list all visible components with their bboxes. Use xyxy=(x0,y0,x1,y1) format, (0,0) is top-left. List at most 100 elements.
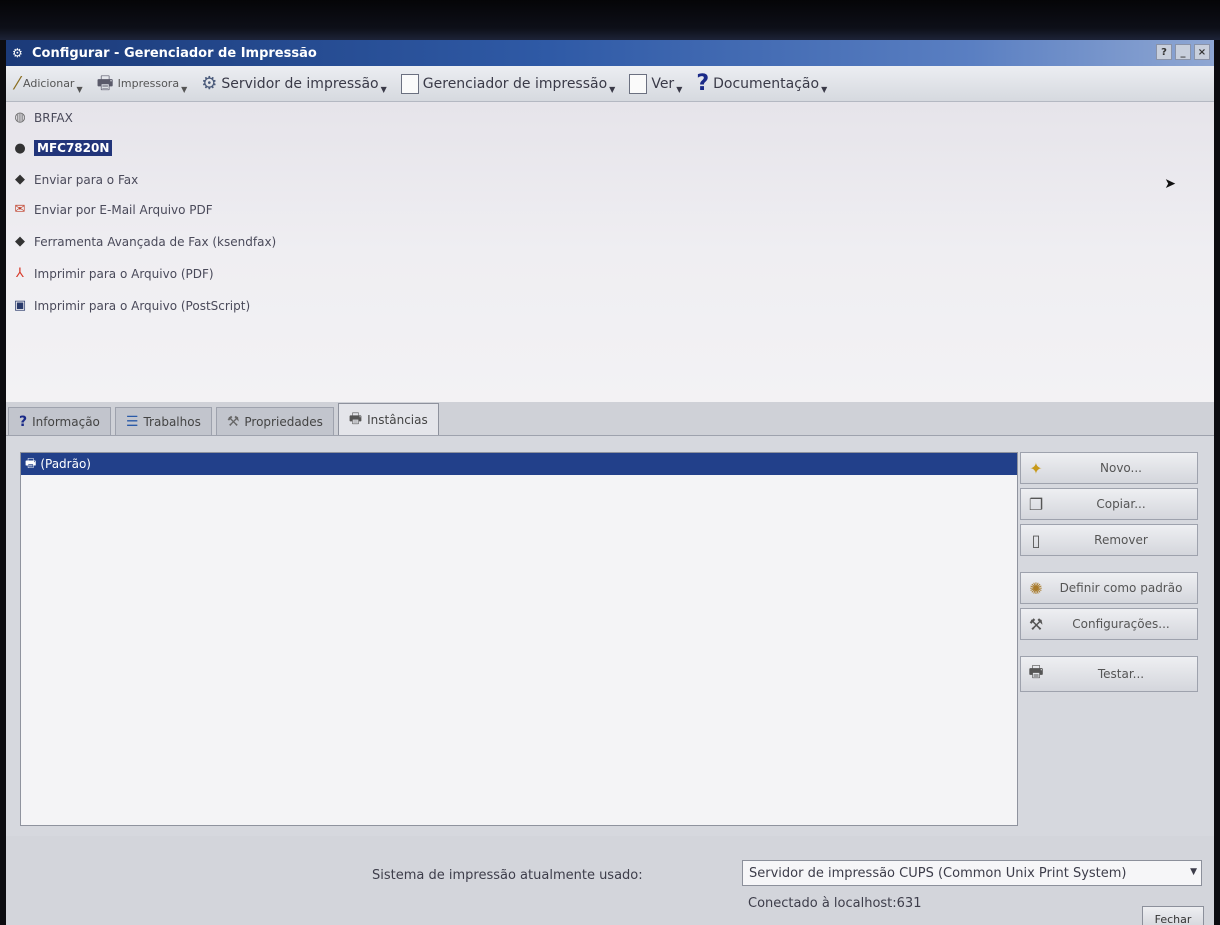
printer-label: Ferramenta Avançada de Fax (ksendfax) xyxy=(34,234,277,249)
toolbar-docs-label: Documentação xyxy=(713,75,820,92)
tab-label: Instâncias xyxy=(367,412,428,427)
instances-panel: 🖶 (Padrão) ✦ Novo... ❐ Copiar... ▯ Remov… xyxy=(6,436,1214,836)
toolbar-printer-label: Impressora xyxy=(117,77,180,90)
footer: Sistema de impressão atualmente usado: S… xyxy=(6,836,1214,925)
jobs-icon: ☰ xyxy=(125,413,139,430)
connection-status: Conectado à localhost:631 xyxy=(748,896,922,911)
toolbar-view-button[interactable]: Ver ▼ xyxy=(625,72,686,96)
printer-item-pdf[interactable]: ⅄ Imprimir para o Arquivo (PDF) xyxy=(12,266,214,281)
close-button[interactable]: Fechar xyxy=(1142,906,1204,925)
wand-icon: ⁄ xyxy=(16,72,20,94)
mouse-cursor-icon: ➤ xyxy=(1164,176,1176,192)
window-title: Configurar - Gerenciador de Impressão xyxy=(32,45,317,61)
tab-instancias[interactable]: 🖶 Instâncias xyxy=(337,403,439,435)
chevron-down-icon: ▼ xyxy=(1190,867,1197,877)
printer-label: Imprimir para o Arquivo (PostScript) xyxy=(34,298,251,313)
tab-label: Trabalhos xyxy=(143,414,201,429)
copy-button[interactable]: ❐ Copiar... xyxy=(1020,488,1198,520)
test-button-label: Testar... xyxy=(1097,667,1145,681)
toolbar-docs-button[interactable]: ? Documentação ▼ xyxy=(692,70,831,96)
printer-item-email-pdf[interactable]: ✉ Enviar por E-Mail Arquivo PDF xyxy=(12,202,213,217)
app-icon: ⚙ xyxy=(12,46,23,60)
toolbar-server-label: Servidor de impressão xyxy=(221,75,379,92)
new-button-label: Novo... xyxy=(1100,461,1142,475)
close-window-icon[interactable]: × xyxy=(1194,44,1210,60)
toolbar-add-label: Adicionar xyxy=(23,77,75,90)
instances-list[interactable]: 🖶 (Padrão) xyxy=(20,452,1018,826)
print-system-value: Servidor de impressão CUPS (Common Unix … xyxy=(749,865,1127,881)
remove-button-label: Remover xyxy=(1094,533,1148,547)
tab-label: Informação xyxy=(32,414,100,429)
settings-button[interactable]: ⚒ Configurações... xyxy=(1020,608,1198,640)
default-icon: ✺ xyxy=(1029,578,1043,598)
toolbar-add-button[interactable]: ⁄ Adicionar ▼ xyxy=(12,73,87,95)
title-bar: ⚙ Configurar - Gerenciador de Impressão … xyxy=(6,40,1214,66)
printer-label: Enviar por E-Mail Arquivo PDF xyxy=(34,202,213,217)
tab-label: Propriedades xyxy=(244,414,323,429)
monitor-bezel xyxy=(0,0,1220,40)
chevron-down-icon: ▼ xyxy=(609,85,616,94)
printer-item-brfax[interactable]: ◍ BRFAX xyxy=(12,110,73,125)
help-icon: ? xyxy=(19,413,28,430)
tab-trabalhos[interactable]: ☰ Trabalhos xyxy=(114,407,212,435)
toolbar-manager-label: Gerenciador de impressão xyxy=(422,75,608,92)
printer-list[interactable]: ◍ BRFAX ● MFC7820N ◆ Enviar para o Fax ✉… xyxy=(6,102,1214,402)
printer-item-ksendfax[interactable]: ◆ Ferramenta Avançada de Fax (ksendfax) xyxy=(12,234,276,249)
instance-row[interactable]: 🖶 (Padrão) xyxy=(21,453,1017,475)
chevron-down-icon: ▼ xyxy=(181,85,188,94)
chevron-down-icon: ▼ xyxy=(380,85,387,94)
pdf-icon: ⅄ xyxy=(16,266,24,281)
instance-label: (Padrão) xyxy=(40,457,91,471)
chevron-down-icon: ▼ xyxy=(76,85,83,94)
test-button[interactable]: 🖶 Testar... xyxy=(1020,656,1198,692)
view-icon xyxy=(629,73,648,94)
printer-icon: ● xyxy=(14,140,26,156)
new-icon: ✦ xyxy=(1029,458,1043,478)
copy-button-label: Copiar... xyxy=(1096,497,1146,511)
printer-item-mfc7820n[interactable]: ● MFC7820N xyxy=(12,140,113,156)
printer-label: MFC7820N xyxy=(34,140,113,156)
printer-label: Enviar para o Fax xyxy=(34,172,139,187)
printer-icon: ◍ xyxy=(14,110,26,125)
minimize-icon[interactable]: _ xyxy=(1175,44,1191,60)
toolbar-server-button[interactable]: ⚙ Servidor de impressão ▼ xyxy=(197,73,391,95)
printer-item-postscript[interactable]: ▣ Imprimir para o Arquivo (PostScript) xyxy=(12,298,250,313)
printer-label: BRFAX xyxy=(34,110,73,125)
new-button[interactable]: ✦ Novo... xyxy=(1020,452,1198,484)
fax-icon: ◆ xyxy=(15,172,25,187)
toolbar-view-label: Ver xyxy=(651,75,675,92)
set-default-button[interactable]: ✺ Definir como padrão xyxy=(1020,572,1198,604)
toolbar-manager-button[interactable]: Gerenciador de impressão ▼ xyxy=(397,72,620,96)
save-icon: ▣ xyxy=(13,298,27,313)
tab-informacao[interactable]: ? Informação xyxy=(8,407,111,435)
settings-button-label: Configurações... xyxy=(1072,617,1170,631)
copy-icon: ❐ xyxy=(1028,494,1044,514)
window-controls: ? _ × xyxy=(1156,44,1210,60)
toolbar-printer-button[interactable]: 🖶 Impressora ▼ xyxy=(93,73,192,95)
chevron-down-icon: ▼ xyxy=(676,85,683,94)
server-icon: ⚙ xyxy=(201,72,218,94)
toolbar: ⁄ Adicionar ▼ 🖶 Impressora ▼ ⚙ Servidor … xyxy=(6,66,1214,102)
chevron-down-icon: ▼ xyxy=(821,85,828,94)
set-default-button-label: Definir como padrão xyxy=(1059,581,1183,595)
help-icon: ? xyxy=(696,70,710,96)
properties-icon: ⚒ xyxy=(226,413,240,430)
trash-icon: ▯ xyxy=(1031,530,1041,550)
remove-button[interactable]: ▯ Remover xyxy=(1020,524,1198,556)
fax-icon: ◆ xyxy=(15,234,25,249)
print-manager-window: ⚙ Configurar - Gerenciador de Impressão … xyxy=(6,40,1214,925)
printer-icon: 🖶 xyxy=(348,410,363,427)
window-icon xyxy=(400,73,419,94)
printer-item-fax[interactable]: ◆ Enviar para o Fax xyxy=(12,172,138,187)
printer-icon: 🖶 xyxy=(25,455,37,470)
printer-icon: 🖶 xyxy=(96,72,114,94)
tab-bar: ? Informação ☰ Trabalhos ⚒ Propriedades … xyxy=(6,402,1214,436)
print-system-select[interactable]: Servidor de impressão CUPS (Common Unix … xyxy=(742,860,1202,886)
printer-label: Imprimir para o Arquivo (PDF) xyxy=(34,266,214,281)
print-system-label: Sistema de impressão atualmente usado: xyxy=(372,868,643,883)
tab-propriedades[interactable]: ⚒ Propriedades xyxy=(215,407,334,435)
settings-icon: ⚒ xyxy=(1028,614,1044,634)
printer-icon: 🖶 xyxy=(1028,661,1044,681)
help-window-icon[interactable]: ? xyxy=(1156,44,1172,60)
mail-icon: ✉ xyxy=(14,202,26,217)
